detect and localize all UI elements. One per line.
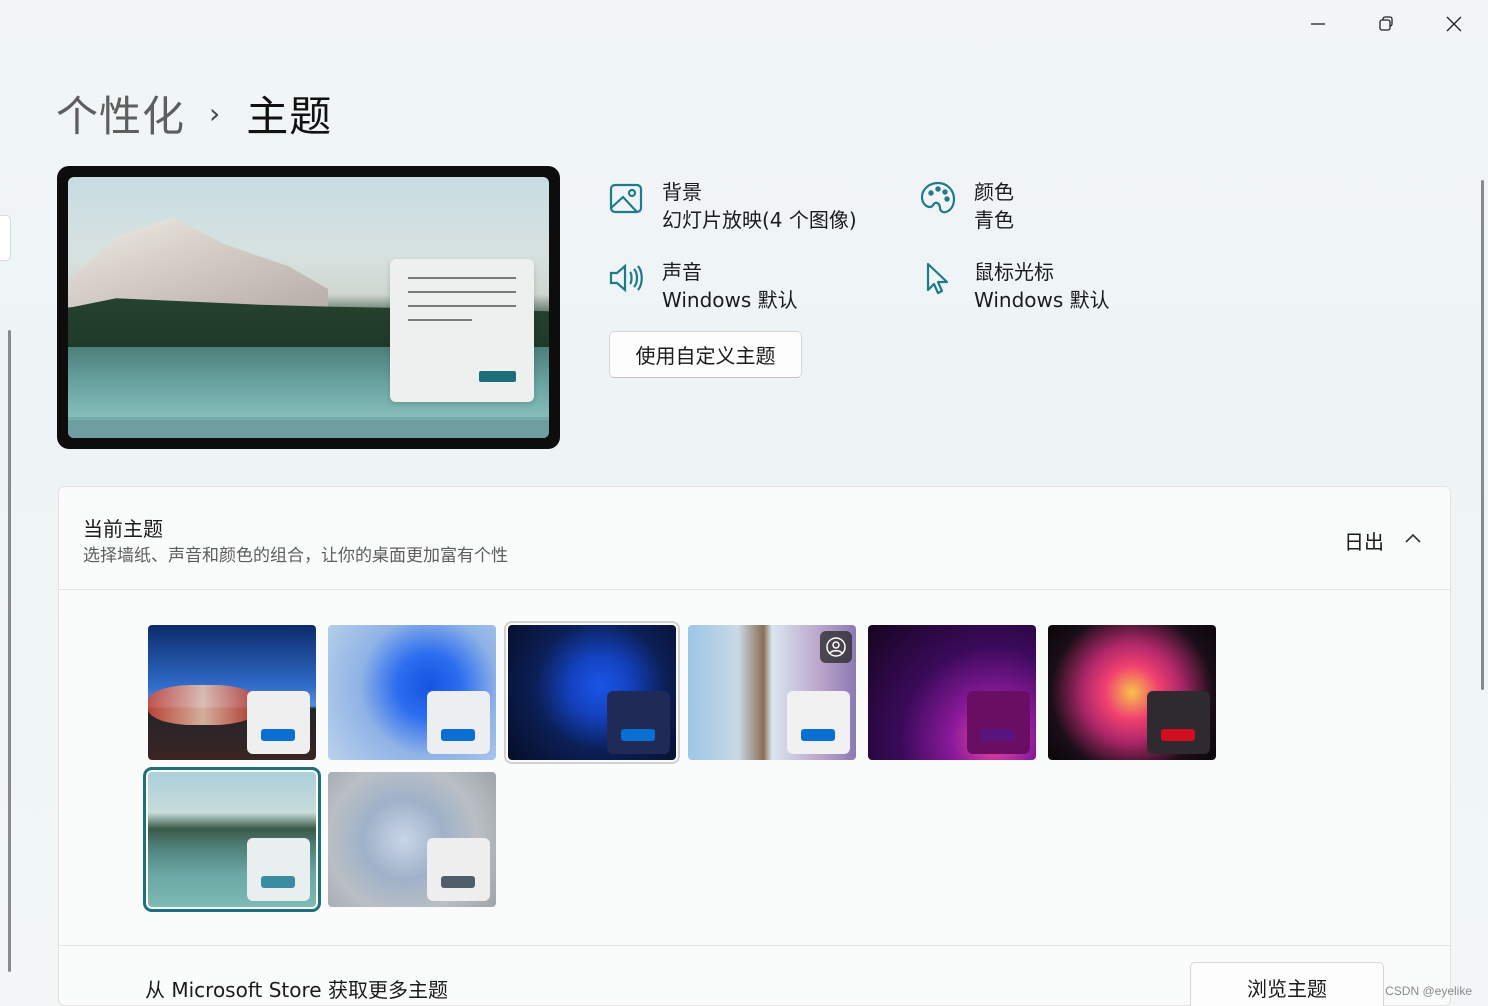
light-trail: [148, 685, 258, 725]
current-theme-header[interactable]: 当前主题 选择墙纸、声音和颜色的组合，让你的桌面更加富有个性 日出: [59, 487, 1450, 590]
cursor-icon: [926, 262, 949, 295]
close-button[interactable]: [1420, 0, 1488, 48]
breadcrumb-parent[interactable]: 个性化: [56, 83, 185, 144]
theme-thumb-5[interactable]: [868, 625, 1036, 760]
preview-text-line: [408, 291, 516, 293]
close-icon: [1446, 16, 1462, 32]
theme-mini-window: [427, 838, 490, 901]
breadcrumb-separator-icon: ›: [209, 96, 221, 130]
use-custom-theme-button[interactable]: 使用自定义主题: [609, 331, 802, 378]
color-label: 颜色: [974, 180, 1014, 204]
restore-button[interactable]: [1352, 0, 1420, 48]
sound-setting[interactable]: 声音 Windows 默认: [608, 258, 798, 314]
palette-icon: [920, 181, 956, 214]
theme-thumb-3[interactable]: [504, 621, 680, 764]
theme-accent: [981, 729, 1015, 741]
theme-accent: [261, 876, 295, 888]
store-row: 从 Microsoft Store 获取更多主题 浏览主题: [59, 945, 1450, 1006]
content-scrollbar[interactable]: [1481, 180, 1484, 690]
speaker-icon: [609, 263, 643, 293]
page-title: 主题: [246, 91, 333, 141]
sound-label: 声音: [662, 260, 702, 284]
cursor-value: Windows 默认: [974, 288, 1110, 312]
theme-thumb-2[interactable]: [328, 625, 496, 760]
breadcrumb: 个性化 › 主题: [56, 84, 332, 142]
window-controls: [1284, 0, 1488, 48]
theme-thumb-7[interactable]: [143, 767, 321, 912]
preview-text-line: [408, 319, 472, 321]
theme-mini-window: [247, 691, 310, 754]
theme-preview: [57, 166, 560, 449]
background-label: 背景: [662, 180, 702, 204]
theme-accent: [1161, 729, 1195, 741]
theme-accent: [261, 729, 295, 741]
sound-value: Windows 默认: [662, 288, 798, 312]
theme-mini-window: [787, 691, 850, 754]
current-theme-subtitle: 选择墙纸、声音和颜色的组合，让你的桌面更加富有个性: [83, 546, 508, 566]
theme-thumb-1[interactable]: [148, 625, 316, 760]
theme-accent: [801, 729, 835, 741]
theme-mini-window: [607, 691, 670, 754]
cursor-setting[interactable]: 鼠标光标 Windows 默认: [920, 258, 1110, 314]
spotlight-badge: [820, 631, 852, 663]
preview-text-line: [408, 305, 516, 307]
current-theme-title: 当前主题: [83, 517, 163, 541]
spotlight-icon: [826, 637, 846, 657]
color-value: 青色: [974, 208, 1014, 232]
minimize-icon: [1311, 23, 1325, 25]
theme-accent: [441, 876, 475, 888]
theme-accent: [441, 729, 475, 741]
color-setting[interactable]: 颜色 青色: [920, 178, 1014, 234]
preview-window: [390, 259, 534, 402]
theme-mini-window: [247, 838, 310, 901]
current-theme-value: 日出: [1344, 530, 1384, 554]
preview-mountain: [68, 217, 328, 307]
theme-accent: [621, 729, 655, 741]
watermark-logo: CSDN @eyelike: [1385, 984, 1472, 998]
image-icon: [609, 183, 643, 214]
store-label: 从 Microsoft Store 获取更多主题: [145, 978, 448, 1002]
background-value: 幻灯片放映(4 个图像): [662, 208, 857, 232]
chevron-up-icon[interactable]: [1402, 527, 1424, 549]
preview-taskbar: [68, 420, 549, 438]
preview-text-line: [408, 277, 516, 279]
theme-thumb-4[interactable]: [688, 625, 856, 760]
theme-mini-window: [427, 691, 490, 754]
background-setting[interactable]: 背景 幻灯片放映(4 个图像): [608, 178, 857, 234]
theme-mini-window: [967, 691, 1030, 754]
cursor-label: 鼠标光标: [974, 260, 1054, 284]
theme-mini-window: [1147, 691, 1210, 754]
theme-thumb-8[interactable]: [328, 772, 496, 907]
restore-icon: [1379, 16, 1393, 31]
current-theme-card: 当前主题 选择墙纸、声音和颜色的组合，让你的桌面更加富有个性 日出 从 Micr…: [58, 486, 1451, 1006]
preview-accent-button: [479, 371, 516, 382]
nav-scrollbar[interactable]: [8, 330, 11, 972]
minimize-button[interactable]: [1284, 0, 1352, 48]
preview-wallpaper: [68, 177, 549, 438]
nav-pane-stub[interactable]: [0, 215, 11, 261]
browse-themes-button[interactable]: 浏览主题: [1190, 962, 1384, 1006]
theme-thumb-6[interactable]: [1048, 625, 1216, 760]
